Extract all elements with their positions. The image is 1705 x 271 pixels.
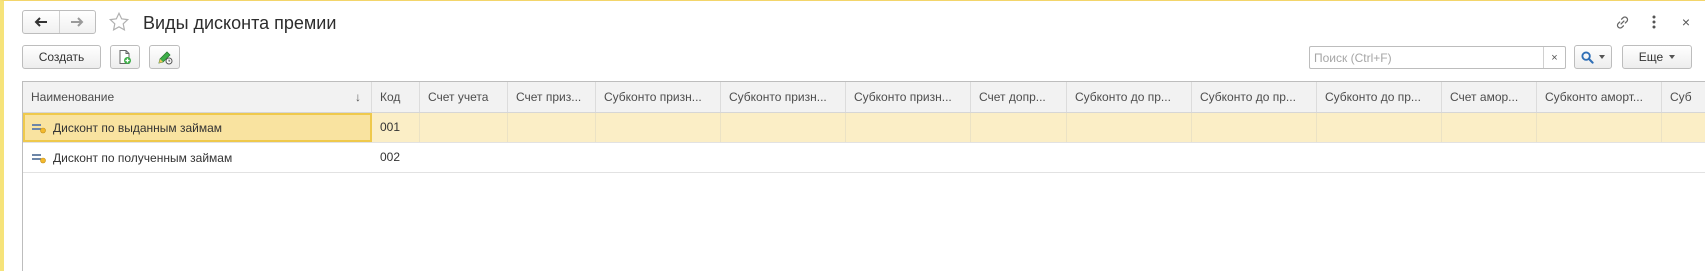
form-window: Виды дисконта премии × Создать Поиск (Ct… <box>0 0 1705 271</box>
column-header-recognition-subconto-2[interactable]: Субконто призн... <box>721 82 846 112</box>
vertical-dots-icon <box>1652 15 1656 29</box>
window-controls: × <box>1613 11 1695 33</box>
empty-cell <box>508 113 596 142</box>
column-header-additional-subconto-2[interactable]: Субконто до пр... <box>1192 82 1317 112</box>
table-row[interactable]: Дисконт по полученным займам 002 <box>23 143 1705 173</box>
edit-pencil-icon <box>157 51 172 65</box>
empty-cell <box>1662 113 1705 142</box>
name-cell[interactable]: Дисконт по полученным займам <box>23 143 372 172</box>
column-header-additional-subconto-1[interactable]: Субконто до пр... <box>1067 82 1192 112</box>
search-clear-button[interactable]: × <box>1543 47 1565 68</box>
magnifier-icon <box>1581 50 1594 64</box>
search-button[interactable] <box>1574 45 1612 69</box>
column-header-amortization-account[interactable]: Счет амор... <box>1442 82 1537 112</box>
navigation-buttons <box>22 10 96 34</box>
column-header-additional-account[interactable]: Счет допр... <box>971 82 1067 112</box>
empty-cell <box>971 113 1067 142</box>
copy-button[interactable] <box>110 45 140 69</box>
empty-cell <box>1192 113 1317 142</box>
item-name: Дисконт по выданным займам <box>53 120 223 135</box>
code-cell: 002 <box>380 150 401 164</box>
sort-descending-icon: ↓ <box>355 90 361 104</box>
column-header-amortization-subconto[interactable]: Субконто аморт... <box>1537 82 1662 112</box>
empty-cell <box>846 113 971 142</box>
name-cell[interactable]: Дисконт по выданным займам <box>23 113 372 142</box>
empty-cell <box>1537 113 1662 142</box>
close-button[interactable]: × <box>1677 11 1695 33</box>
catalog-item-icon <box>32 153 46 163</box>
search-box: × <box>1309 46 1566 69</box>
column-header-account[interactable]: Счет учета <box>420 82 508 112</box>
star-icon <box>108 11 130 32</box>
list-table: Наименование ↓ Код Счет учета Счет приз.… <box>22 81 1705 271</box>
link-icon <box>1616 15 1628 29</box>
column-header-recognition-account[interactable]: Счет приз... <box>508 82 596 112</box>
empty-cell <box>596 113 721 142</box>
edit-button[interactable] <box>149 45 180 69</box>
column-header-subconto-truncated[interactable]: Суб <box>1662 82 1705 112</box>
favorite-button[interactable] <box>107 10 131 34</box>
column-header-name[interactable]: Наименование ↓ <box>23 82 372 112</box>
link-button[interactable] <box>1613 11 1631 33</box>
code-cell: 001 <box>372 113 420 142</box>
empty-cell <box>1317 113 1442 142</box>
forward-button[interactable] <box>58 11 96 33</box>
column-header-code[interactable]: Код <box>372 82 420 112</box>
item-name: Дисконт по полученным займам <box>53 150 233 165</box>
more-menu-button[interactable]: Еще <box>1622 45 1692 69</box>
clear-icon: × <box>1551 51 1558 64</box>
create-button[interactable]: Создать <box>22 45 101 69</box>
empty-cell <box>420 113 508 142</box>
catalog-item-icon <box>32 123 46 133</box>
table-header: Наименование ↓ Код Счет учета Счет приз.… <box>23 82 1705 113</box>
search-input[interactable] <box>1310 47 1543 68</box>
arrow-right-icon <box>71 17 84 27</box>
back-button[interactable] <box>23 11 59 33</box>
empty-cell <box>1442 113 1537 142</box>
column-header-additional-subconto-3[interactable]: Субконто до пр... <box>1317 82 1442 112</box>
copy-document-icon <box>119 50 131 64</box>
more-label: Еще <box>1638 50 1664 64</box>
more-actions-button[interactable] <box>1645 11 1663 33</box>
column-header-recognition-subconto-1[interactable]: Субконто призн... <box>596 82 721 112</box>
page-title: Виды дисконта премии <box>143 13 337 33</box>
chevron-down-icon <box>1599 55 1605 59</box>
column-header-recognition-subconto-3[interactable]: Субконто призн... <box>846 82 971 112</box>
arrow-left-icon <box>34 17 47 27</box>
table-row[interactable]: Дисконт по выданным займам 001 <box>23 113 1705 143</box>
chevron-down-icon <box>1669 55 1676 59</box>
close-icon: × <box>1681 14 1691 30</box>
empty-cell <box>1067 113 1192 142</box>
empty-cell <box>721 113 846 142</box>
